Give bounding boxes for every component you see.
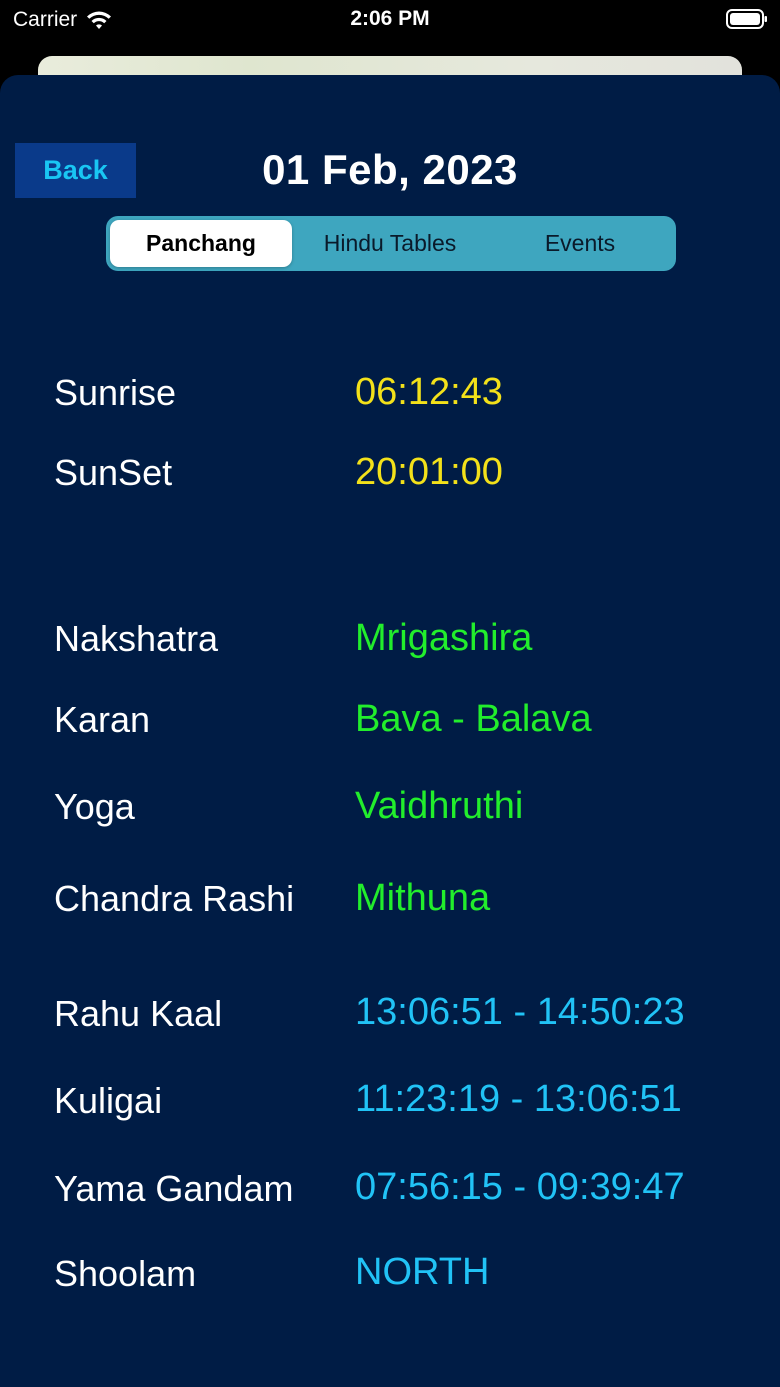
chandra-rashi-label: Chandra Rashi <box>54 878 295 919</box>
shoolam-label: Shoolam <box>54 1253 197 1294</box>
tab-events[interactable]: Events <box>488 220 672 267</box>
battery-icon <box>726 9 767 29</box>
yama-gandam-label: Yama Gandam <box>54 1168 294 1209</box>
kuligai-label: Kuligai <box>54 1080 163 1121</box>
karan-value: Bava - Balava <box>355 698 592 740</box>
page-title: 01 Feb, 2023 <box>262 146 518 193</box>
karan-label: Karan <box>54 699 151 740</box>
kuligai-value: 11:23:19 - 13:06:51 <box>355 1078 682 1120</box>
tab-segmented-control: Panchang Hindu Tables Events <box>106 216 676 271</box>
rahu-kaal-label: Rahu Kaal <box>54 993 223 1034</box>
yoga-label: Yoga <box>54 786 135 827</box>
sunrise-value: 06:12:43 <box>355 371 503 413</box>
nakshatra-label: Nakshatra <box>54 618 219 659</box>
status-bar: Carrier 2:06 PM <box>0 0 780 40</box>
yoga-value: Vaidhruthi <box>355 785 524 827</box>
yama-gandam-value: 07:56:15 - 09:39:47 <box>355 1166 685 1208</box>
tab-panchang[interactable]: Panchang <box>110 220 292 267</box>
shoolam-value: NORTH <box>355 1251 490 1293</box>
tab-hindu-tables[interactable]: Hindu Tables <box>296 220 484 267</box>
nakshatra-value: Mrigashira <box>355 617 533 659</box>
rahu-kaal-value: 13:06:51 - 14:50:23 <box>355 991 685 1033</box>
status-time: 2:06 PM <box>350 7 430 30</box>
sunset-label: SunSet <box>54 452 173 493</box>
sunrise-label: Sunrise <box>54 372 177 413</box>
sunset-value: 20:01:00 <box>355 451 503 493</box>
chandra-rashi-value: Mithuna <box>355 877 491 919</box>
